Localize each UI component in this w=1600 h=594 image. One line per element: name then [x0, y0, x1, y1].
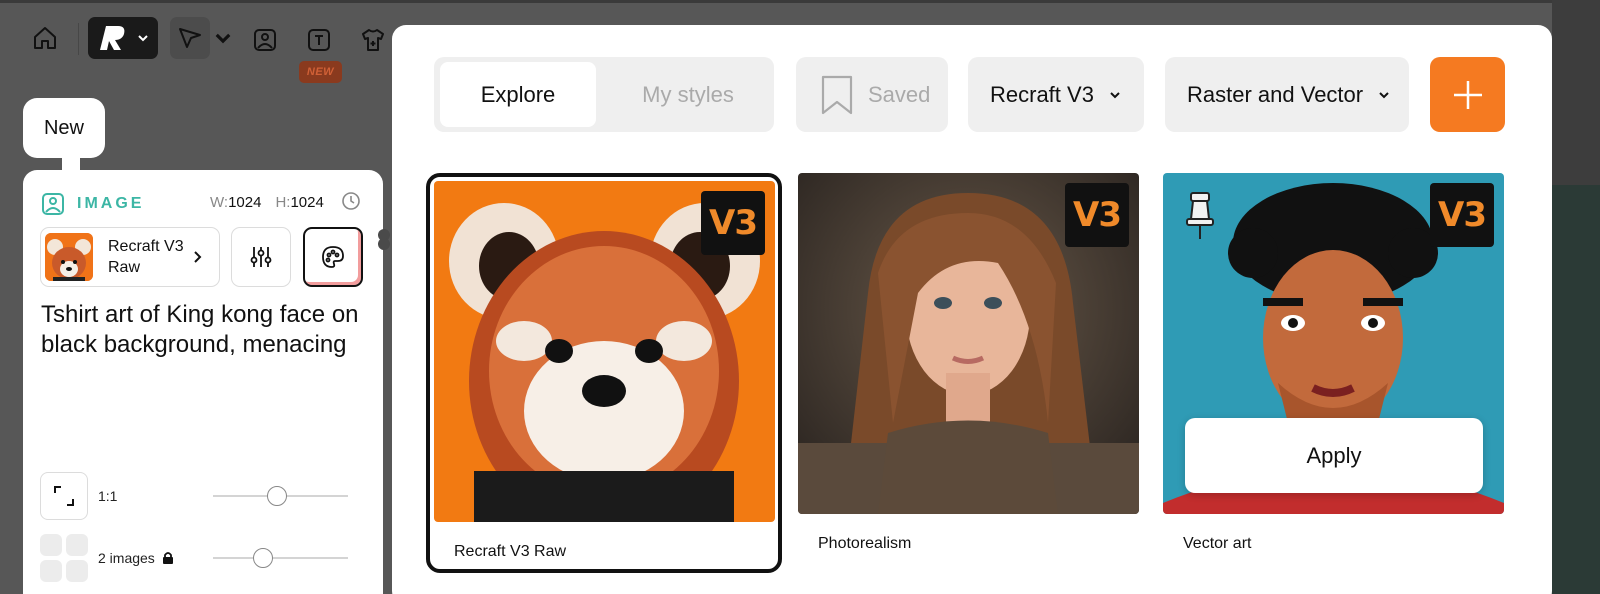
section-label: IMAGE — [77, 195, 145, 212]
red-panda-thumbnail — [45, 233, 93, 281]
v3-badge: V3 — [701, 191, 765, 255]
sliders-icon — [250, 247, 272, 267]
dimensions: W:1024 H:1024 — [210, 194, 324, 211]
format-dropdown[interactable]: Raster and Vector — [1165, 57, 1409, 132]
toolbar: NEW — [0, 3, 400, 83]
prompt-text[interactable]: Tshirt art of King kong face on black ba… — [41, 300, 371, 360]
chevron-right-icon — [194, 251, 202, 263]
chevron-down-icon — [138, 35, 148, 42]
image-generation-card: IMAGE W:1024 H:1024 Recraft V3 Raw Tshir… — [23, 170, 383, 594]
vector-portrait-image: V3 Apply — [1163, 173, 1504, 514]
style-palette-button[interactable] — [303, 227, 363, 287]
bookmark-icon — [821, 75, 853, 114]
model-version-value: Recraft V3 — [990, 81, 1094, 107]
portrait-photo: V3 — [798, 173, 1139, 514]
aspect-ratio-slider-knob[interactable] — [267, 486, 287, 506]
model-name: Recraft V3 Raw — [108, 238, 184, 276]
image-section-header: IMAGE — [41, 192, 144, 216]
style-card-vector-art[interactable]: V3 Apply Vector art — [1163, 173, 1504, 573]
lock-icon — [162, 552, 173, 564]
new-badge: NEW — [299, 61, 342, 83]
new-frame-label[interactable]: New — [23, 98, 105, 158]
pin-icon[interactable] — [1183, 191, 1217, 246]
style-card-label: Photorealism — [818, 535, 912, 552]
saved-button[interactable]: Saved — [796, 57, 948, 132]
aspect-ratio-row: 1:1 — [40, 472, 117, 520]
add-style-button[interactable] — [1430, 57, 1505, 132]
home-icon[interactable] — [28, 21, 62, 55]
select-tool[interactable] — [170, 17, 210, 59]
tab-explore[interactable]: Explore — [440, 62, 596, 127]
recraft-logo-menu[interactable] — [88, 17, 158, 59]
style-card-photorealism[interactable]: V3 Photorealism — [798, 173, 1139, 573]
text-tool-icon[interactable] — [302, 23, 336, 57]
settings-sliders-button[interactable] — [231, 227, 291, 287]
aspect-ratio-label: 1:1 — [98, 488, 118, 504]
image-count-row: 2 images — [40, 534, 175, 582]
saved-label: Saved — [868, 81, 931, 107]
palette-icon — [322, 246, 344, 268]
model-selector-button[interactable]: Recraft V3 Raw — [40, 227, 220, 287]
image-count-label: 2 images — [98, 550, 175, 566]
style-picker-panel: Explore My styles Saved Recraft V3 Raste… — [392, 25, 1552, 594]
recraft-logo-icon — [100, 26, 125, 50]
cursor-arrow-icon — [179, 28, 201, 48]
v3-badge: V3 — [1065, 183, 1129, 247]
image-count-grid-icon — [40, 534, 88, 582]
tshirt-mockup-icon[interactable] — [356, 23, 390, 57]
style-card-label: Recraft V3 Raw — [454, 543, 567, 560]
style-card-recraft-v3-raw[interactable]: V3 Recraft V3 Raw — [426, 173, 782, 573]
aspect-ratio-icon[interactable] — [40, 472, 88, 520]
clock-icon[interactable] — [341, 191, 361, 216]
image-count-slider-knob[interactable] — [253, 548, 273, 568]
format-value: Raster and Vector — [1187, 81, 1364, 107]
image-tool-icon[interactable] — [248, 23, 282, 57]
height-readout[interactable]: H:1024 — [275, 194, 323, 211]
red-panda-image: V3 — [434, 181, 775, 522]
connector-dot — [378, 238, 390, 250]
v3-badge: V3 — [1430, 183, 1494, 247]
width-readout[interactable]: W:1024 — [210, 194, 261, 211]
style-tabs: Explore My styles — [434, 57, 774, 132]
chevron-down-icon — [1379, 91, 1389, 98]
apply-button[interactable]: Apply — [1185, 418, 1483, 493]
toolbar-divider — [78, 23, 79, 55]
plus-icon — [1453, 80, 1482, 109]
style-card-label: Vector art — [1183, 535, 1252, 552]
frame-connector — [62, 152, 80, 172]
chevron-down-icon — [1110, 91, 1120, 98]
chevron-down-icon[interactable] — [212, 25, 234, 51]
model-version-dropdown[interactable]: Recraft V3 — [968, 57, 1144, 132]
tab-my-styles[interactable]: My styles — [610, 62, 766, 127]
image-icon — [42, 193, 64, 215]
image-count-slider-track[interactable] — [213, 557, 348, 559]
canvas-background — [1552, 0, 1600, 594]
